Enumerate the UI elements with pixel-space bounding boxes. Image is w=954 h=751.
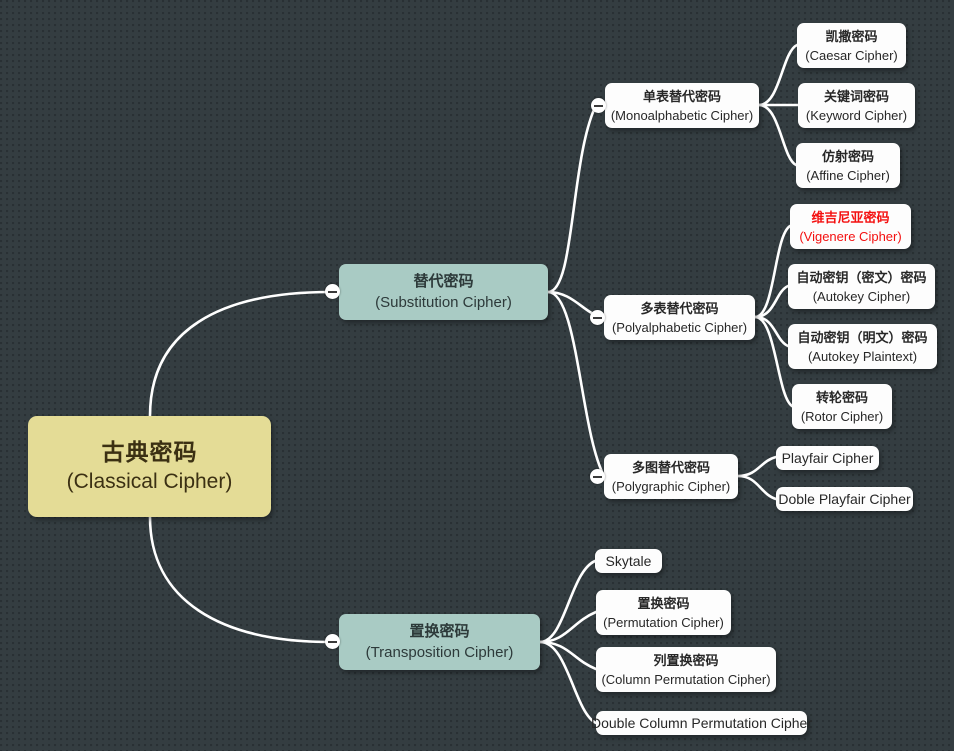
- leaf-node-keyword-label-en: (Keyword Cipher): [805, 107, 908, 123]
- leaf-node-column-permutation-label-cn: 列置换密码: [653, 652, 719, 668]
- edge-transposition-permutation: [538, 610, 598, 644]
- leaf-node-rotor[interactable]: 转轮密码 (Rotor Cipher): [792, 384, 892, 429]
- branch-node-transposition-label-cn: 置换密码: [409, 623, 470, 640]
- subbranch-node-polygraphic[interactable]: 多图替代密码 (Polygraphic Cipher): [604, 454, 738, 499]
- root-node[interactable]: 古典密码 (Classical Cipher): [28, 416, 271, 517]
- branch-node-transposition-label-en: (Transposition Cipher): [365, 644, 514, 661]
- edge-mono-affine: [757, 103, 798, 167]
- subbranch-node-monoalphabetic[interactable]: 单表替代密码 (Monoalphabetic Cipher): [605, 83, 759, 128]
- edge-poly-rotor: [753, 315, 794, 408]
- collapse-minus-icon-monoalphabetic[interactable]: [591, 98, 606, 113]
- edge-mono-caesar: [757, 43, 799, 107]
- leaf-node-permutation-label-cn: 置换密码: [637, 595, 690, 611]
- leaf-node-doble-playfair[interactable]: Doble Playfair Cipher: [776, 487, 913, 511]
- leaf-node-permutation-label-en: (Permutation Cipher): [603, 614, 724, 630]
- edge-root-transposition: [148, 515, 332, 644]
- subbranch-node-polyalphabetic-label-cn: 多表替代密码: [640, 300, 719, 316]
- subbranch-node-polyalphabetic[interactable]: 多表替代密码 (Polyalphabetic Cipher): [604, 295, 755, 340]
- subbranch-node-monoalphabetic-label-en: (Monoalphabetic Cipher): [610, 107, 754, 123]
- edge-poly-autokey-plaintext: [753, 315, 790, 348]
- leaf-node-vigenere-label-cn: 维吉尼亚密码: [811, 209, 890, 225]
- leaf-node-playfair-label: Playfair Cipher: [781, 449, 874, 466]
- branch-node-substitution-label-cn: 替代密码: [413, 273, 474, 290]
- leaf-node-autokey-plaintext-label-cn: 自动密钥（明文）密码: [797, 329, 928, 345]
- leaf-node-affine[interactable]: 仿射密码 (Affine Cipher): [796, 143, 900, 188]
- edge-substitution-mono: [546, 103, 598, 294]
- leaf-node-autokey-plaintext-label-en: (Autokey Plaintext): [807, 348, 918, 364]
- leaf-node-caesar-label-en: (Caesar Cipher): [805, 47, 898, 63]
- subbranch-node-monoalphabetic-label-cn: 单表替代密码: [642, 88, 721, 104]
- leaf-node-vigenere[interactable]: 维吉尼亚密码 (Vigenere Cipher): [790, 204, 911, 249]
- leaf-node-autokey-plaintext[interactable]: 自动密钥（明文）密码 (Autokey Plaintext): [788, 324, 937, 369]
- edge-polygraphic-doble: [736, 474, 778, 501]
- subbranch-node-polygraphic-label-en: (Polygraphic Cipher): [611, 478, 731, 494]
- edge-transposition-column: [538, 640, 598, 671]
- leaf-node-column-permutation-label-en: (Column Permutation Cipher): [601, 671, 771, 687]
- leaf-node-permutation[interactable]: 置换密码 (Permutation Cipher): [596, 590, 731, 635]
- branch-node-transposition[interactable]: 置换密码 (Transposition Cipher): [339, 614, 540, 670]
- collapse-minus-icon-polyalphabetic[interactable]: [590, 310, 605, 325]
- leaf-node-double-column-permutation[interactable]: Double Column Permutation Cipher: [591, 711, 812, 735]
- edge-poly-vigenere: [753, 224, 792, 319]
- mindmap-canvas[interactable]: 古典密码 (Classical Cipher) 替代密码 (Substituti…: [0, 0, 954, 751]
- leaf-node-column-permutation[interactable]: 列置换密码 (Column Permutation Cipher): [596, 647, 776, 692]
- root-node-label-cn: 古典密码: [101, 438, 198, 465]
- leaf-node-keyword-label-cn: 关键词密码: [823, 88, 889, 104]
- leaf-node-caesar[interactable]: 凯撒密码 (Caesar Cipher): [797, 23, 906, 68]
- edge-polygraphic-playfair: [736, 455, 778, 478]
- edge-transposition-skytale: [538, 559, 597, 644]
- leaf-node-keyword[interactable]: 关键词密码 (Keyword Cipher): [798, 83, 915, 128]
- leaf-node-skytale-label: Skytale: [605, 552, 652, 569]
- branch-node-substitution[interactable]: 替代密码 (Substitution Cipher): [339, 264, 548, 320]
- leaf-node-double-column-permutation-label: Double Column Permutation Cipher: [591, 714, 812, 731]
- leaf-node-affine-label-cn: 仿射密码: [821, 148, 874, 164]
- leaf-node-doble-playfair-label: Doble Playfair Cipher: [778, 490, 911, 507]
- leaf-node-vigenere-label-en: (Vigenere Cipher): [799, 228, 902, 244]
- leaf-node-rotor-label-cn: 转轮密码: [815, 389, 868, 405]
- collapse-minus-icon-transposition[interactable]: [325, 634, 340, 649]
- edge-transposition-double-column: [538, 640, 598, 725]
- leaf-node-affine-label-en: (Affine Cipher): [806, 167, 890, 183]
- edge-root-substitution: [148, 290, 332, 418]
- leaf-node-skytale[interactable]: Skytale: [595, 549, 662, 573]
- collapse-minus-icon-polygraphic[interactable]: [590, 469, 605, 484]
- leaf-node-caesar-label-cn: 凯撒密码: [825, 28, 878, 44]
- leaf-node-rotor-label-en: (Rotor Cipher): [800, 408, 884, 424]
- subbranch-node-polyalphabetic-label-en: (Polyalphabetic Cipher): [611, 319, 748, 335]
- collapse-minus-icon-substitution[interactable]: [325, 284, 340, 299]
- leaf-node-autokey-cipher[interactable]: 自动密钥（密文）密码 (Autokey Cipher): [788, 264, 935, 309]
- branch-node-substitution-label-en: (Substitution Cipher): [375, 294, 512, 311]
- subbranch-node-polygraphic-label-cn: 多图替代密码: [631, 459, 710, 475]
- root-node-label-en: (Classical Cipher): [66, 469, 233, 493]
- edge-poly-autokey-cipher: [753, 284, 790, 319]
- leaf-node-autokey-cipher-label-en: (Autokey Cipher): [812, 288, 911, 304]
- leaf-node-playfair[interactable]: Playfair Cipher: [776, 446, 879, 470]
- leaf-node-autokey-cipher-label-cn: 自动密钥（密文）密码: [796, 269, 927, 285]
